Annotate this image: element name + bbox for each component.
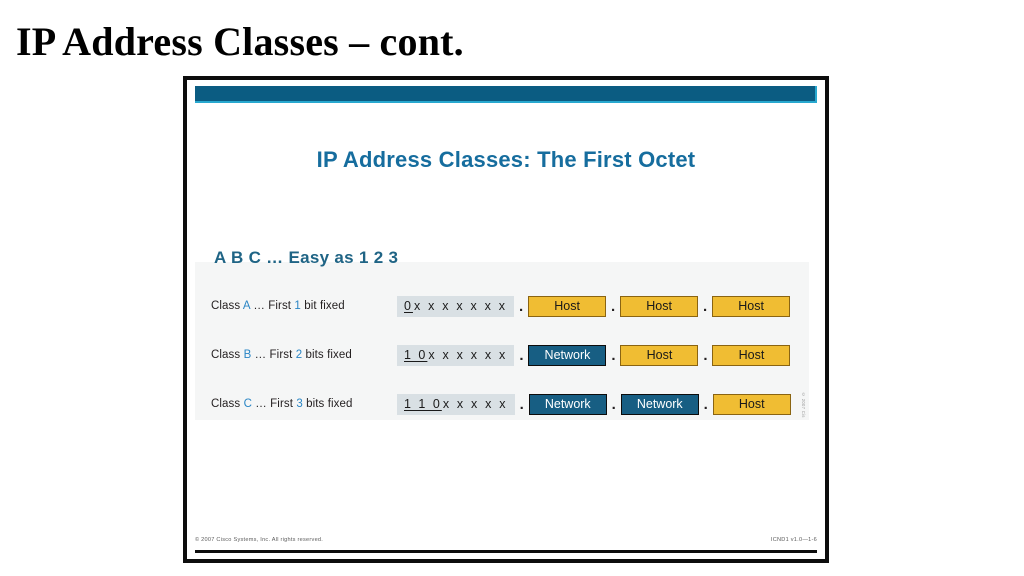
footer-copyright: © 2007 Cisco Systems, Inc. All rights re… [195, 537, 324, 543]
class-a-variable-bits: x x x x x x x [413, 299, 508, 313]
class-b-label-suffix: bits fixed [302, 349, 352, 361]
class-c-label: Class C … First 3 bits fixed [211, 398, 397, 410]
class-c-letter: C [243, 398, 252, 410]
class-a-octet-4: Host [712, 295, 791, 317]
class-c-first-octet: 1 1 0x x x x x [397, 393, 515, 415]
class-b-label: Class B … First 2 bits fixed [211, 349, 397, 361]
class-row-c: Class C … First 3 bits fixed 1 1 0x x x … [211, 389, 811, 419]
slide-top-accent-bar [195, 86, 817, 103]
octet-separator-dot: . [611, 395, 616, 413]
class-a-octet-3: Host [620, 295, 699, 317]
class-b-first-octet: 1 0x x x x x x [397, 344, 515, 366]
class-a-label-middle: … First [250, 300, 295, 312]
class-row-b: Class B … First 2 bits fixed 1 0x x x x … [211, 340, 811, 370]
slide-subheading: A B C … Easy as 1 2 3 [214, 248, 399, 267]
octet-separator-dot: . [611, 346, 616, 364]
class-c-octet-2: Network [528, 393, 607, 415]
class-c-variable-bits: x x x x x [442, 397, 508, 411]
footer-course-code: ICND1 v1.0—1-6 [770, 537, 817, 543]
slide-side-watermark: © 2007 Cisco [801, 392, 806, 418]
class-b-fixed-bits: 1 0 [404, 348, 428, 362]
class-a-label: Class A … First 1 bit fixed [211, 300, 397, 312]
class-row-a: Class A … First 1 bit fixed 0x x x x x x… [211, 291, 811, 321]
class-b-octet-2: Network [528, 344, 607, 366]
class-b-label-middle: … First [251, 349, 296, 361]
slide-canvas: IP Address Classes: The First Octet A B … [187, 80, 825, 559]
class-c-octet-3: Network [620, 393, 699, 415]
class-a-label-prefix: Class [211, 300, 243, 312]
page-title: IP Address Classes – cont. [16, 19, 464, 64]
class-b-octet-4: Host [712, 344, 791, 366]
slide-frame: IP Address Classes: The First Octet A B … [183, 76, 829, 563]
octet-separator-dot: . [519, 346, 524, 364]
class-a-octet-2: Host [528, 295, 607, 317]
slide-heading: IP Address Classes: The First Octet [316, 147, 696, 172]
class-a-letter: A [242, 300, 251, 312]
class-b-label-prefix: Class [211, 349, 244, 361]
octet-separator-dot: . [703, 297, 708, 315]
class-c-fixed-bits: 1 1 0 [404, 397, 442, 411]
class-c-label-prefix: Class [211, 398, 244, 410]
slide-footer: © 2007 Cisco Systems, Inc. All rights re… [195, 533, 817, 547]
class-a-first-octet: 0x x x x x x x [397, 295, 515, 317]
class-c-octet-4: Host [712, 393, 791, 415]
class-b-octet-3: Host [620, 344, 699, 366]
octet-separator-dot: . [611, 297, 616, 315]
octet-separator-dot: . [519, 297, 524, 315]
octet-separator-dot: . [703, 395, 708, 413]
octet-separator-dot: . [519, 395, 524, 413]
class-b-variable-bits: x x x x x x [428, 348, 508, 362]
class-a-fixed-bits: 0 [404, 299, 413, 313]
class-c-label-suffix: bits fixed [302, 398, 353, 410]
class-c-label-middle: … First [251, 398, 297, 410]
octet-separator-dot: . [703, 346, 708, 364]
class-a-label-suffix: bit fixed [300, 300, 345, 312]
footer-rule [195, 550, 817, 553]
